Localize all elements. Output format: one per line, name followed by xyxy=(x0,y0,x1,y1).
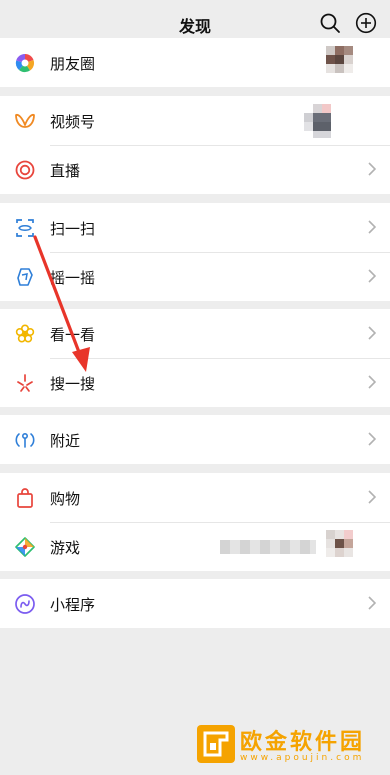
site-watermark: 欧金软件园 www.apoujin.com xyxy=(196,724,384,768)
watermark-url: www.apoujin.com xyxy=(240,753,365,763)
red-annotation-arrow xyxy=(33,235,90,372)
watermark-logo-icon xyxy=(197,725,235,763)
watermark-title: 欧金软件园 xyxy=(240,730,366,755)
